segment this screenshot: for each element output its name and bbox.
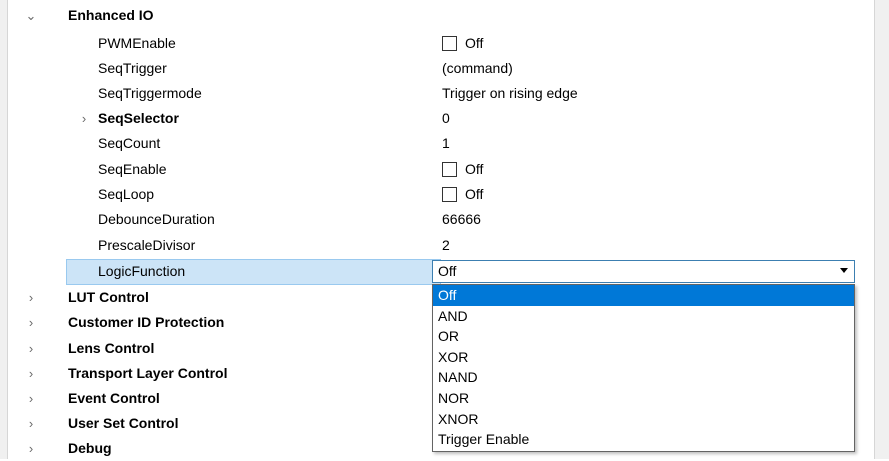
chevron-right-icon[interactable]: › xyxy=(23,436,39,461)
property-name: SeqSelector xyxy=(98,110,179,126)
chevron-right-icon[interactable]: › xyxy=(76,106,92,131)
property-value[interactable]: Off xyxy=(442,157,483,182)
property-name: SeqLoop xyxy=(98,186,155,202)
property-name: LogicFunction xyxy=(98,263,186,279)
property-value[interactable]: 1 xyxy=(442,131,450,156)
checkbox[interactable] xyxy=(442,162,457,177)
property-row-seqselector[interactable]: › SeqSelector 0 xyxy=(8,106,874,131)
logic-function-combobox[interactable]: Off xyxy=(432,260,855,283)
property-value[interactable]: Off xyxy=(442,182,483,207)
left-panel-edge xyxy=(0,0,8,459)
property-row-seqenable[interactable]: SeqEnable Off xyxy=(8,157,874,182)
dropdown-option-nor[interactable]: NOR xyxy=(433,388,854,409)
property-row-seqtriggermode[interactable]: SeqTriggermode Trigger on rising edge xyxy=(8,81,874,106)
property-value[interactable]: 66666 xyxy=(442,207,481,232)
combobox-value: Off xyxy=(438,263,457,279)
property-name: SeqEnable xyxy=(98,161,167,177)
dropdown-option-xor[interactable]: XOR xyxy=(433,347,854,368)
property-row-seqtrigger[interactable]: SeqTrigger (command) xyxy=(8,56,874,81)
chevron-right-icon[interactable]: › xyxy=(23,310,39,335)
dropdown-option-nand[interactable]: NAND xyxy=(433,367,854,388)
property-name: PWMEnable xyxy=(98,35,176,51)
chevron-down-icon[interactable]: ⌄ xyxy=(23,3,39,28)
property-name: DebounceDuration xyxy=(98,211,215,227)
logic-function-dropdown-list[interactable]: Off AND OR XOR NAND NOR XNOR Trigger Ena… xyxy=(432,284,855,452)
property-name: SeqTrigger xyxy=(98,60,167,76)
checkbox-label: Off xyxy=(465,161,484,177)
property-value[interactable]: Trigger on rising edge xyxy=(442,81,578,106)
property-value[interactable]: 0 xyxy=(442,106,450,131)
property-row-prescaledivisor[interactable]: PrescaleDivisor 2 xyxy=(8,233,874,258)
group-label: Lens Control xyxy=(68,340,155,356)
dropdown-option-and[interactable]: AND xyxy=(433,306,854,327)
property-value[interactable]: (command) xyxy=(442,56,513,81)
dropdown-option-xnor[interactable]: XNOR xyxy=(433,409,854,430)
vertical-scrollbar[interactable] xyxy=(874,0,889,459)
property-name: SeqTriggermode xyxy=(98,85,202,101)
dropdown-option-or[interactable]: OR xyxy=(433,326,854,347)
checkbox[interactable] xyxy=(442,187,457,202)
property-value[interactable]: 2 xyxy=(442,233,450,258)
dropdown-option-off[interactable]: Off xyxy=(433,285,854,306)
chevron-right-icon[interactable]: › xyxy=(23,411,39,436)
checkbox-label: Off xyxy=(465,186,484,202)
property-name: PrescaleDivisor xyxy=(98,237,196,253)
group-label: User Set Control xyxy=(68,415,179,431)
group-row-enhanced-io[interactable]: ⌄ Enhanced IO xyxy=(8,3,874,28)
group-label: Debug xyxy=(68,440,112,456)
property-row-seqcount[interactable]: SeqCount 1 xyxy=(8,131,874,156)
group-label: Enhanced IO xyxy=(68,7,154,23)
property-row-seqloop[interactable]: SeqLoop Off xyxy=(8,182,874,207)
dropdown-option-trigger-enable[interactable]: Trigger Enable xyxy=(433,429,854,450)
property-name: SeqCount xyxy=(98,135,161,151)
group-label: Transport Layer Control xyxy=(68,365,228,381)
property-row-pwmenable[interactable]: PWMEnable Off xyxy=(8,31,874,56)
chevron-right-icon[interactable]: › xyxy=(23,361,39,386)
caret-down-icon[interactable] xyxy=(840,268,848,273)
property-value[interactable]: Off xyxy=(442,31,483,56)
chevron-right-icon[interactable]: › xyxy=(23,336,39,361)
checkbox[interactable] xyxy=(442,36,457,51)
group-label: Customer ID Protection xyxy=(68,314,225,330)
chevron-right-icon[interactable]: › xyxy=(23,285,39,310)
group-label: Event Control xyxy=(68,390,160,406)
chevron-right-icon[interactable]: › xyxy=(23,386,39,411)
checkbox-label: Off xyxy=(465,35,484,51)
property-row-debounceduration[interactable]: DebounceDuration 66666 xyxy=(8,207,874,232)
group-label: LUT Control xyxy=(68,289,149,305)
